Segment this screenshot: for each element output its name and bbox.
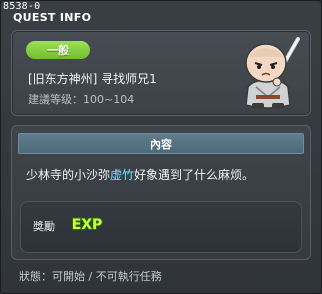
- quest-status: 狀態：可開始 / 不可執行任務: [19, 270, 162, 283]
- exp-icon-text: EXP: [72, 217, 103, 233]
- npc-portrait-icon: [232, 35, 308, 113]
- reward-box: 獎勵 EXP: [20, 201, 302, 253]
- exp-reward-icon: EXP: [69, 213, 105, 235]
- npc-name-highlight: 虚竹: [110, 168, 135, 182]
- quest-category-badge: 一般: [26, 41, 90, 59]
- quest-name: [旧东方神州] 寻找师兄1: [28, 72, 157, 86]
- quest-info-window: 8538-0 QUEST INFO 一般 [旧东方神州] 寻找师兄1 建議等级：…: [0, 0, 322, 294]
- quest-content-panel: 內容 少林寺的小沙弥虚竹好象遇到了什么麻烦。 獎勵 EXP: [11, 125, 311, 260]
- quest-summary-panel: 一般 [旧东方神州] 寻找师兄1 建議等级：100~104: [11, 30, 311, 116]
- content-header: 內容: [18, 133, 304, 154]
- description-prefix: 少林寺的小沙弥: [26, 168, 111, 182]
- quest-level-requirement: 建議等级：100~104: [28, 93, 135, 106]
- quest-description: 少林寺的小沙弥虚竹好象遇到了什么麻烦。: [26, 166, 254, 183]
- window-title: QUEST INFO: [13, 11, 92, 24]
- reward-label: 獎勵: [33, 220, 55, 233]
- description-suffix: 好象遇到了什么麻烦。: [134, 168, 255, 182]
